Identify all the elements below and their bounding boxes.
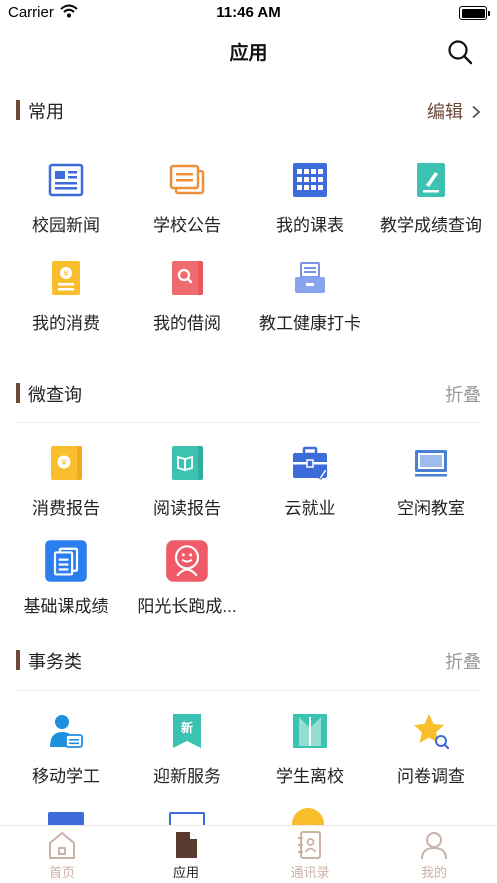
app-tile-label: 学生离校 xyxy=(276,767,344,786)
basic-course-grade-icon xyxy=(45,540,87,582)
app-tile-label: 移动学工 xyxy=(32,767,100,786)
app-tile-label: 学校公告 xyxy=(153,216,221,235)
section-header-common: 常用 编辑 xyxy=(0,95,497,125)
grade-query-icon xyxy=(417,163,445,197)
app-tile-label: 问卷调查 xyxy=(397,767,465,786)
mobile-student-affairs-icon xyxy=(50,715,83,748)
app-tile-consumption-report[interactable]: ¥ 消费报告 xyxy=(4,445,128,535)
app-tile-label: 校园新闻 xyxy=(32,216,100,235)
app-tile-basic-course-grade[interactable]: 基础课成绩 xyxy=(4,540,128,633)
app-tile-announcement[interactable]: 学校公告 xyxy=(125,162,249,252)
app-tile-label: 阳光长跑成... xyxy=(137,597,237,616)
borrow-icon xyxy=(172,261,203,295)
app-tile-label: 消费报告 xyxy=(32,499,100,518)
section-header-micro-query: 微查询 折叠 xyxy=(0,378,497,408)
app-tile-grade-query[interactable]: 教学成绩查询 xyxy=(369,162,493,252)
app-tile-label: 云就业 xyxy=(284,499,336,518)
freshman-service-icon: 新 xyxy=(173,714,201,748)
section-title: 事务类 xyxy=(28,652,82,672)
app-tile-freshman-service[interactable]: 新 迎新服务 xyxy=(125,713,249,803)
chevron-right-icon xyxy=(472,105,481,119)
timetable-icon xyxy=(293,163,327,197)
app-tile-health-checkin[interactable]: 教工健康打卡 xyxy=(248,260,372,350)
free-classroom-icon xyxy=(415,450,447,477)
student-leave-icon xyxy=(293,714,327,748)
section-divider xyxy=(16,690,481,691)
section-marker xyxy=(16,100,20,120)
svg-text:¥: ¥ xyxy=(61,459,67,469)
app-tile-label: 教学成绩查询 xyxy=(380,216,482,235)
app-tile-borrow[interactable]: 我的借阅 xyxy=(125,260,249,350)
search-icon[interactable] xyxy=(447,39,473,65)
collapse-button[interactable]: 折叠 xyxy=(445,381,481,407)
app-tile-timetable[interactable]: 我的课表 xyxy=(248,162,372,252)
app-tile-sunshine-run[interactable]: 阳光长跑成... xyxy=(125,540,249,633)
tab-contacts[interactable]: 通讯录 xyxy=(248,826,372,883)
app-tile-student-leave[interactable]: 学生离校 xyxy=(248,713,372,803)
consumption-report-icon: ¥ xyxy=(51,446,82,480)
app-tile-consumption[interactable]: ¥ 我的消费 xyxy=(4,260,128,350)
app-tile-label: 阅读报告 xyxy=(153,499,221,518)
status-time: 11:46 AM xyxy=(216,4,281,21)
status-bar: Carrier 11:46 AM xyxy=(0,0,497,26)
employment-icon xyxy=(293,446,328,480)
announcement-icon xyxy=(169,164,205,195)
edit-label: 编辑 xyxy=(426,102,463,122)
consumption-icon: ¥ xyxy=(52,261,80,295)
svg-text:新: 新 xyxy=(181,720,193,735)
section-marker xyxy=(16,383,20,403)
reading-report-icon xyxy=(172,446,203,480)
tab-label: 首页 xyxy=(48,865,75,880)
tab-label: 通讯录 xyxy=(290,865,330,880)
app-tile-label: 教工健康打卡 xyxy=(259,314,361,333)
battery-icon xyxy=(459,6,490,20)
app-tile-label: 我的借阅 xyxy=(153,314,221,333)
home-icon xyxy=(49,831,75,859)
tab-label: 应用 xyxy=(172,865,199,880)
contacts-icon xyxy=(298,831,321,859)
section-marker xyxy=(16,650,20,670)
survey-icon xyxy=(414,714,449,749)
edit-button[interactable]: 编辑 xyxy=(427,98,481,124)
page-title: 应用 xyxy=(229,43,268,64)
profile-icon xyxy=(421,832,447,860)
app-tile-reading-report[interactable]: 阅读报告 xyxy=(125,445,249,535)
app-tile-label: 迎新服务 xyxy=(153,767,221,786)
tab-label: 我的 xyxy=(420,865,447,880)
apps-icon xyxy=(176,832,197,858)
app-tile-label: 我的课表 xyxy=(276,216,344,235)
health-checkin-icon xyxy=(295,262,325,293)
collapse-button[interactable]: 折叠 xyxy=(445,648,481,674)
tab-apps[interactable]: 应用 xyxy=(124,826,248,883)
section-divider xyxy=(16,422,481,423)
app-tile-label: 基础课成绩 xyxy=(23,597,109,616)
app-tile-free-classroom[interactable]: 空闲教室 xyxy=(369,445,493,535)
tab-profile[interactable]: 我的 xyxy=(372,826,496,883)
app-tile-employment[interactable]: 云就业 xyxy=(248,445,372,535)
nav-bar: 应用 xyxy=(0,26,497,76)
app-tile-label: 空闲教室 xyxy=(397,499,465,518)
section-title: 常用 xyxy=(28,102,64,122)
sunshine-run-icon xyxy=(166,540,208,582)
news-icon xyxy=(48,163,84,197)
app-tile-survey[interactable]: 问卷调查 xyxy=(369,713,493,803)
app-tile-mobile-student-affairs[interactable]: 移动学工 xyxy=(4,713,128,803)
section-title: 微查询 xyxy=(28,385,82,405)
tab-home[interactable]: 首页 xyxy=(0,826,124,883)
section-header-affairs: 事务类 折叠 xyxy=(0,645,497,675)
svg-text:¥: ¥ xyxy=(63,270,69,280)
app-tile-news[interactable]: 校园新闻 xyxy=(4,162,128,252)
tab-bar: 首页 应用 通讯录 我的 xyxy=(0,825,497,883)
app-tile-label: 我的消费 xyxy=(32,314,100,333)
